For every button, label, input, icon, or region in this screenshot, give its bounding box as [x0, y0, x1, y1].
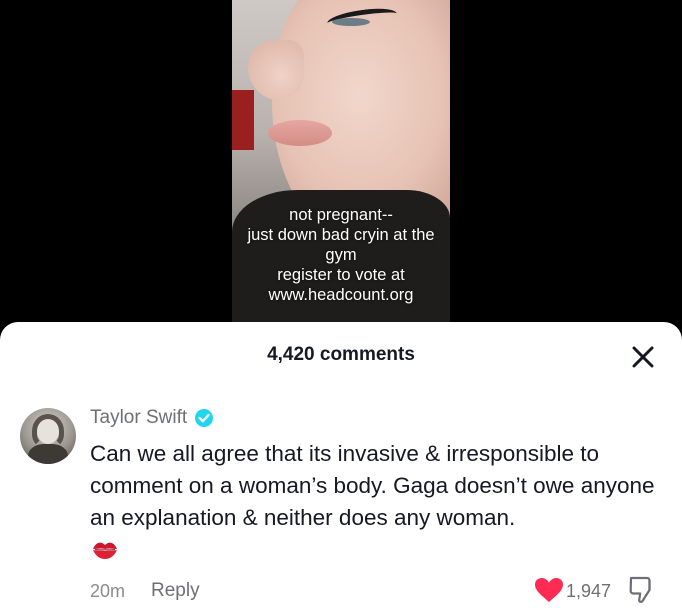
comment-author-row: Taylor Swift: [90, 406, 215, 430]
video-player[interactable]: not pregnant-- just down bad cryin at th…: [0, 0, 682, 330]
caption-line: gym: [325, 246, 357, 264]
reply-button[interactable]: Reply: [151, 580, 200, 602]
lips: [268, 120, 332, 146]
comment-text: Can we all agree that its invasive & irr…: [90, 441, 655, 530]
comment-time: 20m: [90, 580, 126, 601]
caption-line: www.headcount.org: [268, 286, 414, 304]
caption-line: not pregnant--: [289, 206, 393, 224]
thumbs-down-icon[interactable]: [627, 574, 657, 606]
like-count: 1,947: [566, 581, 612, 601]
video-caption: not pregnant-- just down bad cryin at th…: [232, 205, 450, 305]
comment-meta: 20m Reply: [90, 580, 200, 602]
comment-username[interactable]: Taylor Swift: [90, 407, 187, 429]
kiss-mark-emoji: [90, 538, 120, 562]
eye: [332, 18, 370, 26]
heart-icon[interactable]: [533, 576, 565, 604]
avatar[interactable]: [20, 408, 76, 464]
nose: [248, 40, 304, 100]
comments-sheet: 4,420 comments Taylor Swift Can we all a…: [0, 322, 682, 615]
background-object: [232, 90, 254, 150]
close-icon[interactable]: [628, 342, 658, 372]
caption-line: register to vote at: [277, 266, 405, 284]
avatar-hair: [32, 414, 64, 448]
verified-badge-icon: [193, 407, 215, 429]
caption-line: just down bad cryin at the: [247, 226, 435, 244]
comments-count-title: 4,420 comments: [267, 344, 415, 365]
